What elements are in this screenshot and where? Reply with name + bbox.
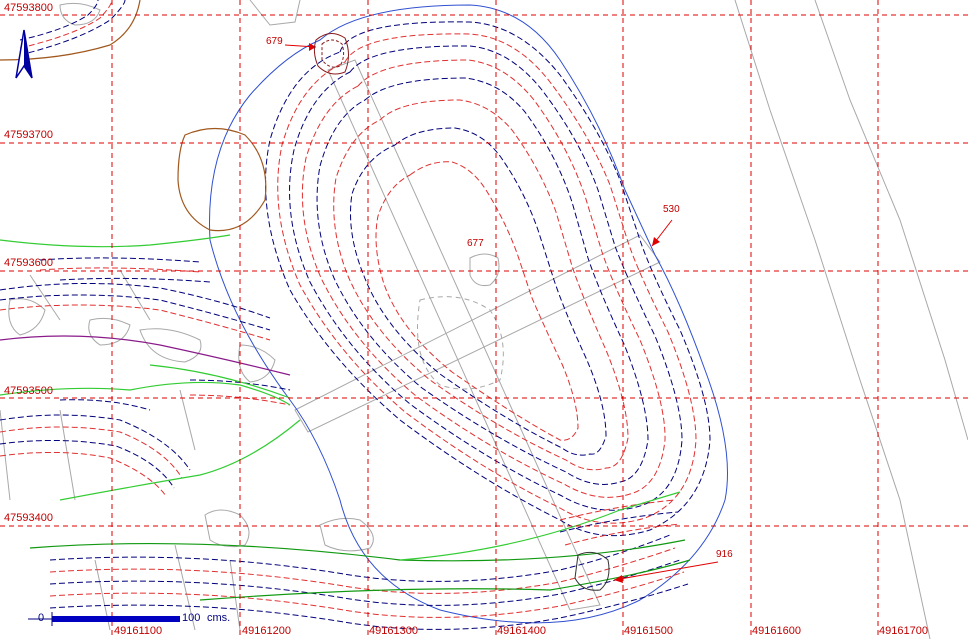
feature-679-pit (313, 33, 349, 75)
x-grid-labels: 49161100 49161200 49161300 49161400 4916… (114, 625, 928, 637)
annotation-916: 916 (613, 549, 733, 583)
annotation-label: 679 (266, 36, 283, 47)
scale-bar: 0 100 cms. (28, 612, 230, 626)
scale-unit-label: cms. (207, 612, 230, 624)
x-grid-label: 49161300 (369, 625, 418, 637)
x-grid-label: 49161100 (114, 625, 162, 637)
annotation-679: 679 (266, 36, 317, 51)
annotation-label: 916 (716, 549, 733, 560)
arrowhead-icon (652, 237, 660, 246)
x-grid-label: 49161500 (624, 625, 673, 637)
x-grid-label: 49161200 (242, 625, 291, 637)
y-grid-label: 47593400 (4, 512, 53, 524)
x-grid-label: 49161700 (879, 625, 928, 637)
arrowhead-icon (614, 575, 623, 583)
north-arrow-icon (15, 29, 33, 79)
y-grid-labels: 47593800 47593700 47593600 47593500 4759… (4, 2, 53, 524)
annotation-label: 530 (663, 204, 680, 215)
x-grid-label: 49161400 (497, 625, 546, 637)
y-grid-label: 47593500 (4, 385, 53, 397)
annotation-530: 530 (651, 204, 680, 247)
scale-end-label: 100 (182, 612, 200, 624)
x-grid-label: 49161600 (752, 625, 801, 637)
y-grid-label: 47593800 (4, 2, 53, 14)
feature-916-pit (574, 551, 610, 591)
main-feature-contours (209, 4, 728, 624)
site-plan-map: 47593800 47593700 47593600 47593500 4759… (0, 0, 968, 639)
scale-start-label: 0 (38, 612, 44, 624)
annotation-label: 677 (467, 238, 484, 249)
y-grid-label: 47593600 (4, 257, 53, 269)
left-contours (0, 257, 291, 497)
bottom-contours (49, 499, 689, 630)
y-grid-label: 47593700 (4, 129, 53, 141)
annotation-677: 677 (467, 238, 484, 249)
